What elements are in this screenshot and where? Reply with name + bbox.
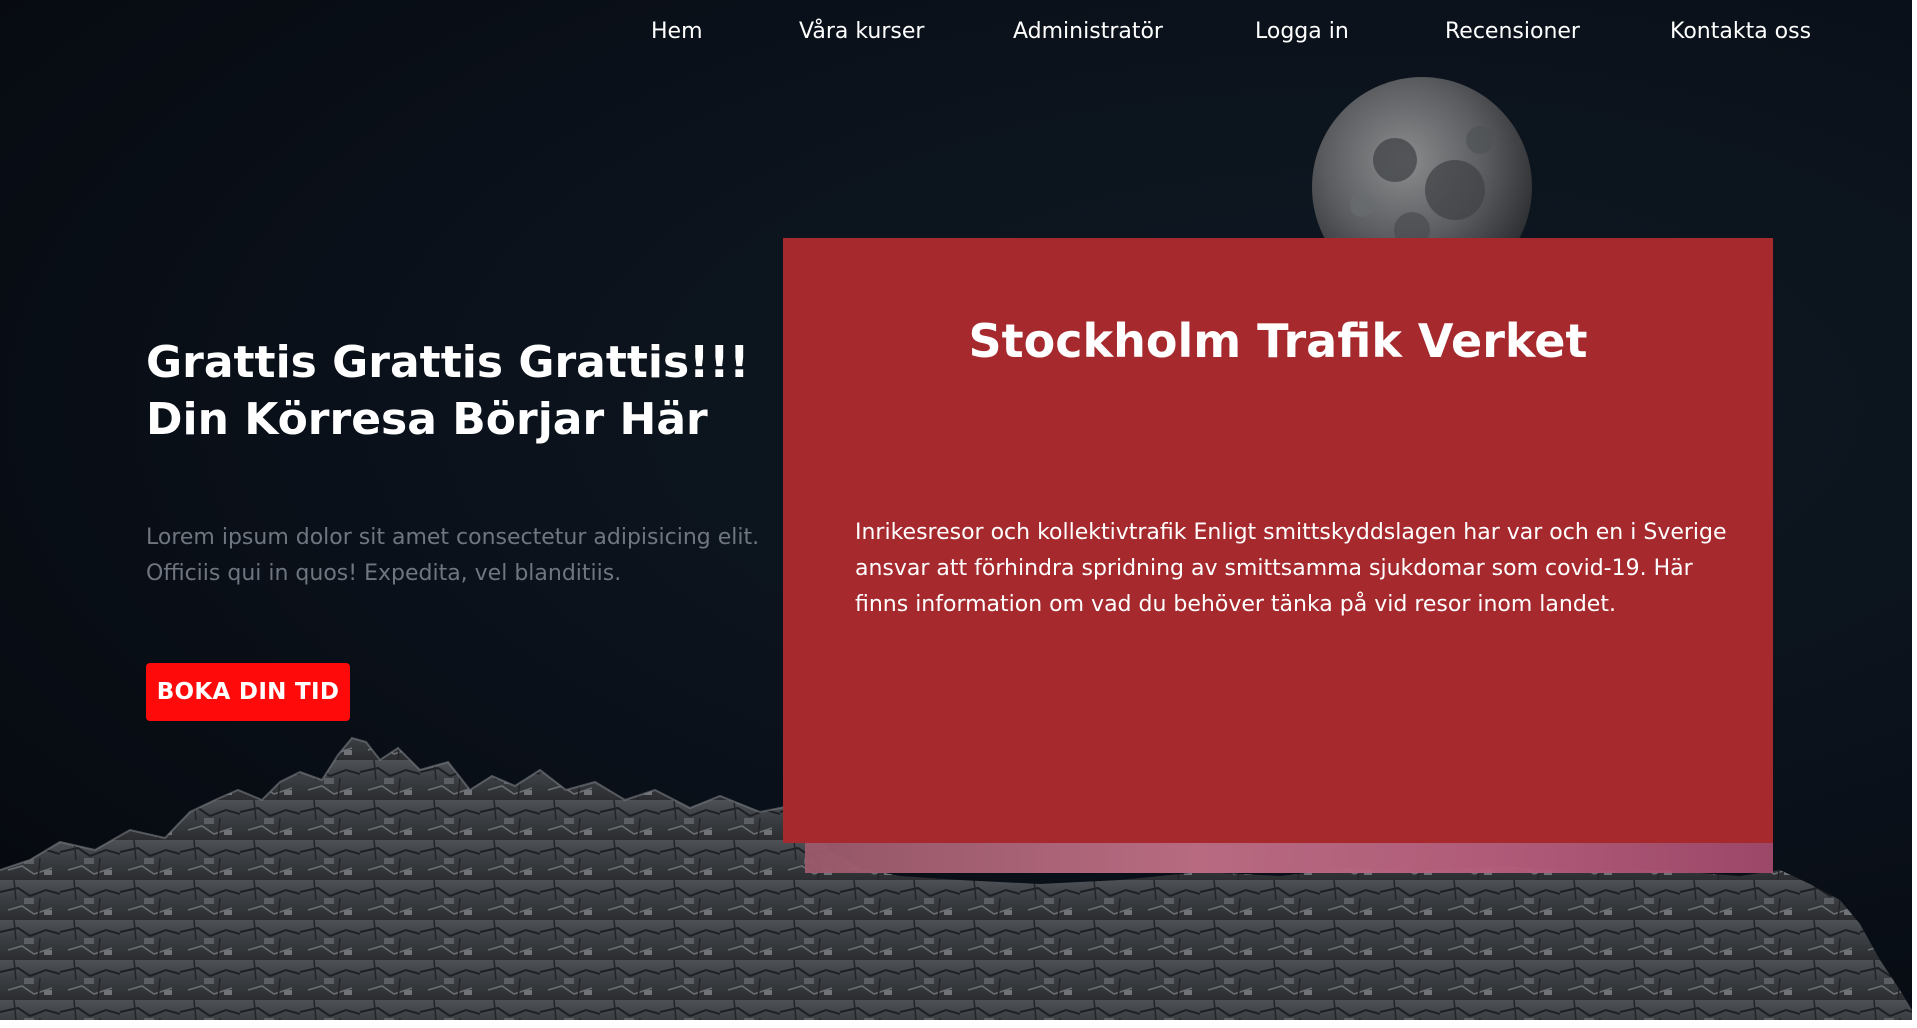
page-edge <box>1912 0 1917 1020</box>
hero-description: Lorem ipsum dolor sit amet consectetur a… <box>146 520 760 592</box>
hero-description-line: Lorem ipsum dolor sit amet consectetur a… <box>146 525 760 550</box>
nav-link-recensioner[interactable]: Recensioner <box>1445 14 1580 50</box>
hero-title: Grattis Grattis Grattis!!! Din Körresa B… <box>146 334 766 448</box>
hero-title-line: Grattis Grattis Grattis!!! <box>146 337 750 388</box>
card-body-line: finns information om vad du behöver tänk… <box>855 592 1616 617</box>
card-body-line: ansvar att förhindra spridning av smitts… <box>855 556 1693 581</box>
info-card: Stockholm Trafik Verket Inrikesresor och… <box>783 238 1773 843</box>
nav-link-vara-kurser[interactable]: Våra kurser <box>799 14 924 50</box>
card-body-line: Inrikesresor och kollektivtrafik Enligt … <box>855 520 1727 545</box>
book-appointment-button[interactable]: BOKA DIN TID <box>146 663 350 721</box>
hero-title-line: Din Körresa Börjar Här <box>146 394 708 445</box>
nav-link-logga-in[interactable]: Logga in <box>1255 14 1349 50</box>
card-bottom-strip <box>805 843 1773 873</box>
hero-description-line: Officiis qui in quos! Expedita, vel blan… <box>146 561 622 586</box>
nav-link-kontakta-oss[interactable]: Kontakta oss <box>1670 14 1811 50</box>
card-title: Stockholm Trafik Verket <box>968 314 1588 368</box>
main-navigation: Hem Våra kurser Administratör Logga in R… <box>0 14 1917 50</box>
card-body: Inrikesresor och kollektivtrafik Enligt … <box>855 515 1727 623</box>
nav-link-hem[interactable]: Hem <box>651 14 703 50</box>
nav-link-administrator[interactable]: Administratör <box>1013 14 1163 50</box>
hero-section: Hem Våra kurser Administratör Logga in R… <box>0 0 1917 1020</box>
